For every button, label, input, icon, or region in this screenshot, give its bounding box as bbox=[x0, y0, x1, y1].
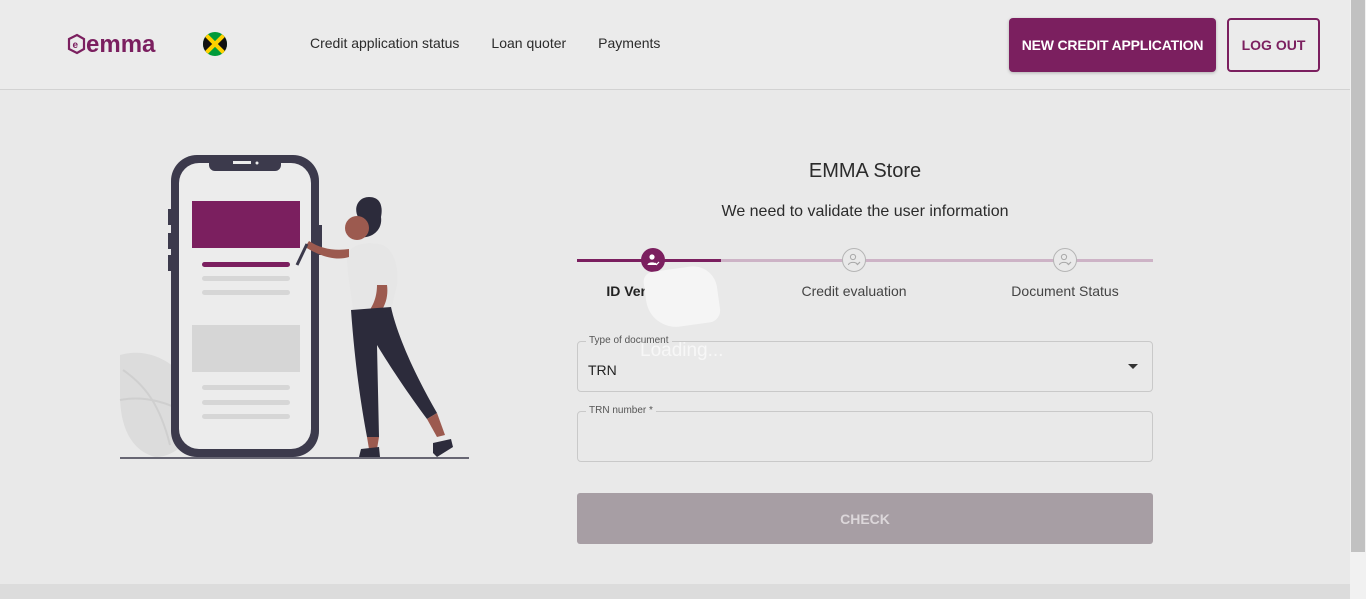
logout-button[interactable]: LOG OUT bbox=[1227, 18, 1320, 72]
svg-text:e: e bbox=[73, 40, 79, 51]
new-credit-application-button[interactable]: NEW CREDIT APPLICATION bbox=[1009, 18, 1216, 72]
emma-logo-icon: e emma bbox=[67, 33, 156, 57]
trn-number-label: TRN number * bbox=[586, 405, 656, 416]
loading-spinner-overlay bbox=[642, 263, 722, 331]
footer-strip bbox=[0, 584, 1350, 599]
nav-payments[interactable]: Payments bbox=[598, 35, 660, 51]
step-label-document-status: Document Status bbox=[1011, 283, 1119, 299]
top-header: e emma Credit application status Loan qu… bbox=[0, 0, 1350, 90]
nav-credit-application-status[interactable]: Credit application status bbox=[310, 35, 459, 51]
document-type-value: TRN bbox=[588, 362, 617, 378]
store-title: EMMA Store bbox=[808, 160, 922, 182]
dropdown-arrow-icon[interactable] bbox=[1128, 364, 1138, 369]
nav-loan-quoter[interactable]: Loan quoter bbox=[491, 35, 566, 51]
trn-number-input[interactable]: TRN number * bbox=[577, 405, 1153, 462]
validation-subtitle: We need to validate the user information bbox=[721, 203, 1009, 220]
main-nav: Credit application status Loan quoter Pa… bbox=[310, 35, 660, 51]
jamaica-flag-icon bbox=[203, 32, 227, 56]
scrollbar-thumb[interactable] bbox=[1351, 0, 1365, 552]
step-label-credit-evaluation: Credit evaluation bbox=[801, 283, 907, 299]
credit-evaluation-step-icon[interactable] bbox=[842, 248, 866, 272]
user-check-icon bbox=[1059, 253, 1072, 266]
user-check-icon bbox=[848, 253, 861, 266]
user-check-icon bbox=[647, 254, 660, 266]
document-status-step-icon[interactable] bbox=[1053, 248, 1077, 272]
loading-text: Loading... bbox=[640, 340, 724, 361]
check-button[interactable]: CHECK bbox=[577, 493, 1153, 544]
phone-illustration bbox=[119, 155, 469, 459]
emma-logo[interactable]: e emma bbox=[67, 33, 189, 57]
id-verification-step-icon[interactable] bbox=[641, 248, 665, 272]
svg-text:emma: emma bbox=[86, 33, 156, 57]
